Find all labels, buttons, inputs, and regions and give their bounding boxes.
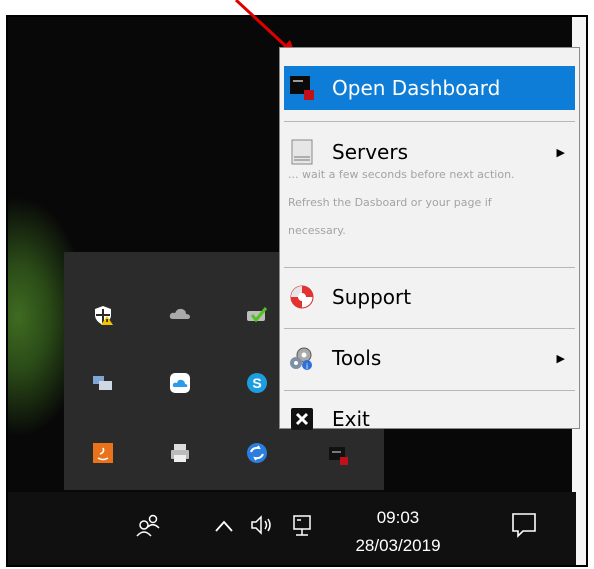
- menu-item-label: Open Dashboard: [332, 76, 501, 100]
- network-icon[interactable]: [291, 514, 315, 543]
- menu-item-tools[interactable]: i Tools ▶: [284, 338, 575, 378]
- menu-note-line: Refresh the Dasboard or your page if: [288, 196, 492, 209]
- menu-note: ... wait a few seconds before next actio…: [288, 161, 571, 245]
- svg-text:S: S: [252, 375, 261, 391]
- menu-item-support[interactable]: Support: [284, 277, 575, 317]
- menu-item-open-dashboard[interactable]: Open Dashboard: [284, 66, 575, 110]
- action-center-icon[interactable]: [511, 512, 537, 543]
- clock-time: 09:03: [376, 508, 420, 527]
- dashboard-app-icon[interactable]: [328, 445, 350, 467]
- skype-icon[interactable]: S: [246, 372, 268, 394]
- menu-item-label: Support: [332, 285, 412, 309]
- java-icon[interactable]: [92, 442, 114, 464]
- icloud-icon[interactable]: [169, 372, 191, 394]
- sync-blue-icon[interactable]: [246, 442, 268, 464]
- menu-separator: [284, 121, 575, 122]
- printer-icon[interactable]: [169, 442, 191, 464]
- svg-text:i: i: [306, 362, 308, 371]
- people-icon[interactable]: [136, 512, 162, 544]
- menu-separator: [284, 267, 575, 268]
- menu-separator: [284, 390, 575, 391]
- submenu-arrow-icon: ▶: [556, 351, 565, 365]
- volume-icon[interactable]: [250, 514, 276, 541]
- submenu-arrow-icon: ▶: [556, 145, 565, 159]
- menu-note-line: necessary.: [288, 224, 346, 237]
- lifebuoy-icon: [288, 283, 316, 311]
- menu-item-label: Tools: [332, 346, 382, 370]
- menu-item-label: Exit: [332, 407, 370, 431]
- dashboard-icon: [288, 74, 316, 102]
- sync-check-icon[interactable]: [246, 304, 268, 326]
- menu-item-exit[interactable]: Exit: [284, 399, 575, 439]
- taskbar: 09:03 28/03/2019: [8, 492, 576, 565]
- exit-x-icon: [288, 405, 316, 433]
- clock-date: 28/03/2019: [355, 536, 441, 555]
- context-menu: Open Dashboard Servers ▶ ... wait a few …: [279, 47, 580, 431]
- tools-gear-icon: i: [288, 344, 316, 372]
- menu-separator: [284, 328, 575, 329]
- taskbar-clock[interactable]: 09:03 28/03/2019: [338, 504, 458, 560]
- chevron-up-icon[interactable]: [215, 519, 233, 537]
- menu-note-line: ... wait a few seconds before next actio…: [288, 168, 515, 181]
- windows-security-warning-icon[interactable]: [92, 304, 114, 326]
- onedrive-cloud-icon[interactable]: [169, 302, 191, 324]
- network-drive-icon[interactable]: [92, 372, 114, 394]
